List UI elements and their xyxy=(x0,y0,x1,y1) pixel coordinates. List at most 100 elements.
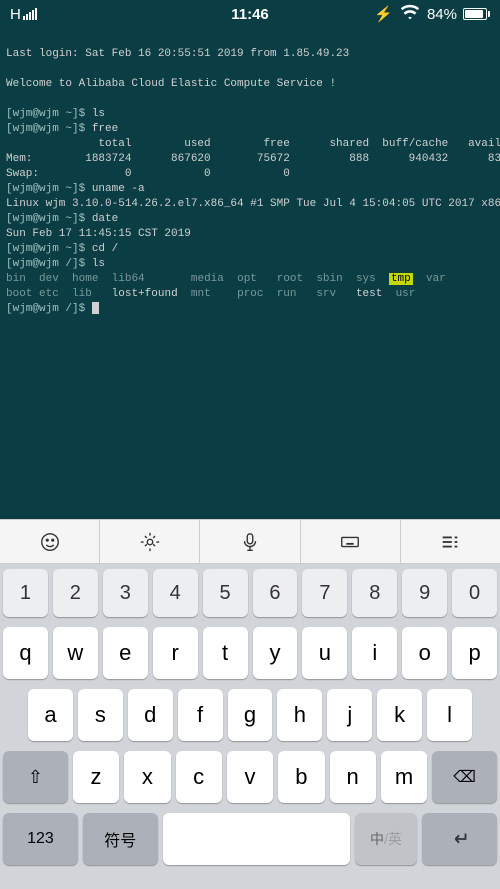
dir-sys: sys xyxy=(356,273,376,285)
dir-usr: usr xyxy=(396,288,416,300)
dir-opt: opt xyxy=(237,273,257,285)
dir-proc: proc xyxy=(237,288,263,300)
key-r[interactable]: r xyxy=(153,627,198,679)
key-z[interactable]: z xyxy=(73,751,119,803)
key-w[interactable]: w xyxy=(53,627,98,679)
key-7[interactable]: 7 xyxy=(302,569,347,617)
key-f[interactable]: f xyxy=(178,689,223,741)
key-p[interactable]: p xyxy=(452,627,497,679)
key-2[interactable]: 2 xyxy=(53,569,98,617)
number-row: 1 2 3 4 5 6 7 8 9 0 xyxy=(0,564,500,622)
lang-en: 英 xyxy=(388,829,402,849)
keyboard-toggle-button[interactable] xyxy=(301,520,401,563)
cmd-date: date xyxy=(92,213,118,225)
dir-lib: lib xyxy=(72,288,92,300)
key-1[interactable]: 1 xyxy=(3,569,48,617)
emoji-button[interactable] xyxy=(0,520,100,563)
dir-media: media xyxy=(191,273,224,285)
letter-row-2: a s d f g h j k l xyxy=(0,684,500,746)
key-shift[interactable]: ⇧ xyxy=(3,751,68,803)
key-0[interactable]: 0 xyxy=(452,569,497,617)
key-i[interactable]: i xyxy=(352,627,397,679)
dir-boot: boot xyxy=(6,288,32,300)
dir-etc: etc xyxy=(39,288,59,300)
key-language-toggle[interactable]: 中/英 xyxy=(355,813,417,865)
dir-run: run xyxy=(277,288,297,300)
key-l[interactable]: l xyxy=(427,689,472,741)
signal-icon xyxy=(23,8,37,20)
battery-icon xyxy=(463,8,490,20)
date-out: Sun Feb 17 11:45:15 CST 2019 xyxy=(6,228,191,240)
cmd-ls2: ls xyxy=(92,258,105,270)
key-m[interactable]: m xyxy=(381,751,427,803)
key-e[interactable]: e xyxy=(103,627,148,679)
key-c[interactable]: c xyxy=(176,751,222,803)
key-o[interactable]: o xyxy=(402,627,447,679)
free-swap: Swap: 0 0 0 xyxy=(6,168,290,180)
key-a[interactable]: a xyxy=(28,689,73,741)
prompt: [wjm@wjm ~]$ xyxy=(6,108,92,120)
terminal-output[interactable]: Last login: Sat Feb 16 20:55:51 2019 fro… xyxy=(0,28,500,321)
settings-button[interactable] xyxy=(100,520,200,563)
dir-dev: dev xyxy=(39,273,59,285)
cmd-uname: uname -a xyxy=(92,183,145,195)
keyboard: 1 2 3 4 5 6 7 8 9 0 q w e r t y u i o p … xyxy=(0,564,500,889)
key-n[interactable]: n xyxy=(330,751,376,803)
clock: 11:46 xyxy=(231,6,269,23)
dir-bin: bin xyxy=(6,273,26,285)
letter-row-3: ⇧ z x c v b n m ⌫ xyxy=(0,746,500,808)
prompt: [wjm@wjm ~]$ xyxy=(6,243,92,255)
key-5[interactable]: 5 xyxy=(203,569,248,617)
key-g[interactable]: g xyxy=(228,689,273,741)
letter-row-1: q w e r t y u i o p xyxy=(0,622,500,684)
cmd-ls: ls xyxy=(92,108,105,120)
dir-srv: srv xyxy=(316,288,336,300)
key-j[interactable]: j xyxy=(327,689,372,741)
wifi-icon xyxy=(399,1,421,27)
key-backspace[interactable]: ⌫ xyxy=(432,751,497,803)
more-options-button[interactable] xyxy=(401,520,500,563)
dir-sbin: sbin xyxy=(316,273,342,285)
dir-root: root xyxy=(277,273,303,285)
dir-lostfound: lost+found xyxy=(112,288,178,300)
key-v[interactable]: v xyxy=(227,751,273,803)
key-4[interactable]: 4 xyxy=(153,569,198,617)
key-h[interactable]: h xyxy=(277,689,322,741)
dir-mnt: mnt xyxy=(191,288,211,300)
voice-button[interactable] xyxy=(200,520,300,563)
bottom-row: 123 符号 中/英 xyxy=(0,808,500,862)
status-right: ⚡ 84% xyxy=(374,1,490,27)
prompt: [wjm@wjm ~]$ xyxy=(6,183,92,195)
dir-tmp: tmp xyxy=(389,273,413,285)
last-login-line: Last login: Sat Feb 16 20:55:51 2019 fro… xyxy=(6,48,349,60)
dir-test: test xyxy=(356,288,382,300)
key-enter[interactable] xyxy=(422,813,497,865)
charging-icon: ⚡ xyxy=(374,5,393,23)
key-6[interactable]: 6 xyxy=(253,569,298,617)
key-s[interactable]: s xyxy=(78,689,123,741)
keyboard-toolbar xyxy=(0,519,500,564)
key-numeric-toggle[interactable]: 123 xyxy=(3,813,78,865)
dir-lib64: lib64 xyxy=(112,273,145,285)
free-header: total used free shared buff/cache availa… xyxy=(6,138,500,150)
dir-var: var xyxy=(426,273,446,285)
free-mem: Mem: 1883724 867620 75672 888 940432 833… xyxy=(6,153,500,165)
key-x[interactable]: x xyxy=(124,751,170,803)
key-u[interactable]: u xyxy=(302,627,347,679)
key-b[interactable]: b xyxy=(278,751,324,803)
prompt: [wjm@wjm ~]$ xyxy=(6,213,92,225)
key-3[interactable]: 3 xyxy=(103,569,148,617)
battery-pct: 84% xyxy=(427,6,457,23)
key-y[interactable]: y xyxy=(253,627,298,679)
welcome-line: Welcome to Alibaba Cloud Elastic Compute… xyxy=(6,78,336,90)
key-k[interactable]: k xyxy=(377,689,422,741)
key-q[interactable]: q xyxy=(3,627,48,679)
key-symbols[interactable]: 符号 xyxy=(83,813,158,865)
key-8[interactable]: 8 xyxy=(352,569,397,617)
lang-cn: 中 xyxy=(370,829,384,849)
key-d[interactable]: d xyxy=(128,689,173,741)
prompt: [wjm@wjm /]$ xyxy=(6,303,92,315)
key-t[interactable]: t xyxy=(203,627,248,679)
key-space[interactable] xyxy=(163,813,350,865)
key-9[interactable]: 9 xyxy=(402,569,447,617)
